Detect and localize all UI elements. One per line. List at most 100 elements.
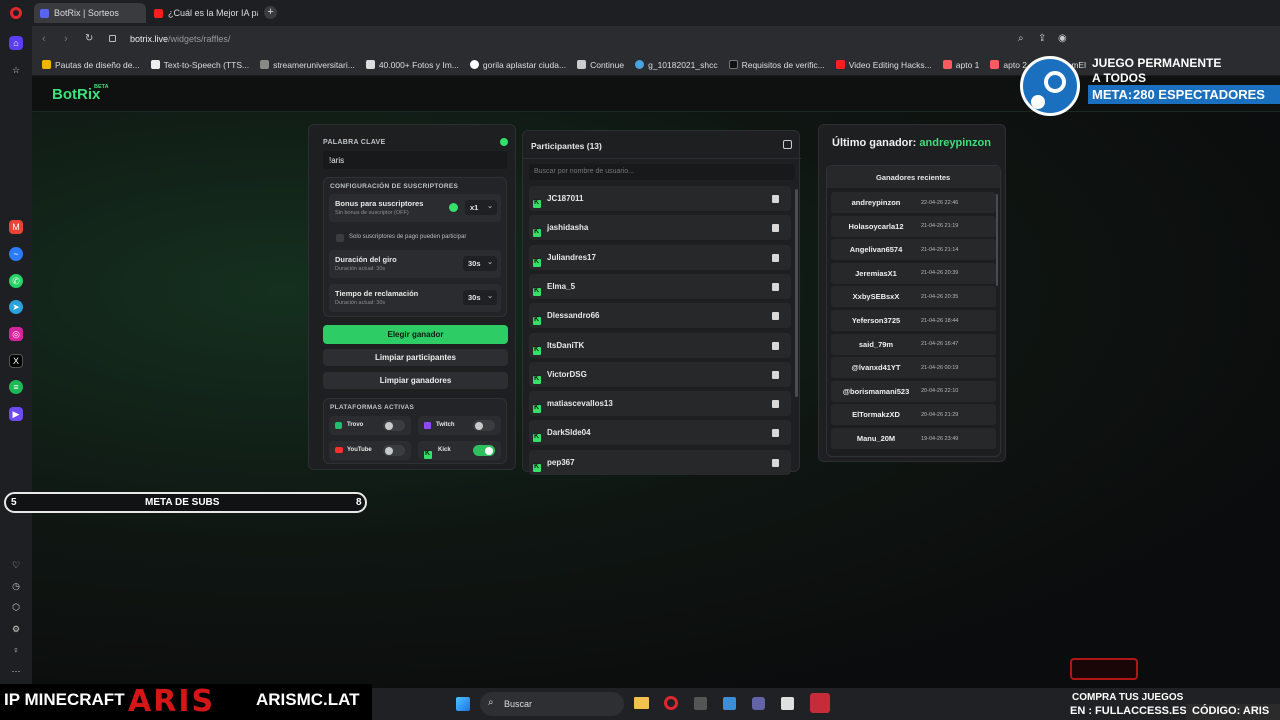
- keyword-input[interactable]: !aris: [323, 151, 507, 169]
- trash-icon[interactable]: [772, 224, 779, 233]
- platform-twitch: Twitch: [418, 416, 501, 435]
- share-icon[interactable]: ⇪: [1038, 33, 1046, 44]
- url-host: botrix.live: [130, 34, 169, 44]
- trovo-toggle[interactable]: [383, 420, 405, 431]
- trash-icon[interactable]: [772, 282, 779, 291]
- opera-icon[interactable]: [664, 696, 678, 710]
- pick-winner-button[interactable]: Elegir ganador: [323, 325, 508, 344]
- bonus-row: Bonus para suscriptores Sin bonus de sus…: [329, 194, 501, 222]
- camera-icon[interactable]: ◉: [1058, 33, 1067, 44]
- youtube-toggle[interactable]: [383, 445, 405, 456]
- bookmark[interactable]: Text-to-Speech (TTS...: [150, 60, 249, 70]
- tab-ia[interactable]: ¿Cuál es la Mejor IA para C: [148, 3, 258, 23]
- more-icon[interactable]: ⋯: [9, 664, 23, 678]
- bookmark[interactable]: Pautas de diseño de...: [42, 60, 140, 70]
- platform-kick: Kick: [418, 441, 501, 460]
- whatsapp-icon[interactable]: ✆: [9, 274, 23, 288]
- taskbar-search[interactable]: ⌕ Buscar: [480, 692, 624, 716]
- spin-select[interactable]: 30s ⌄: [463, 256, 497, 271]
- subs-only-checkbox[interactable]: [336, 234, 344, 242]
- trash-icon[interactable]: [772, 400, 779, 409]
- teams-icon[interactable]: [752, 697, 765, 710]
- messenger-icon[interactable]: ~: [9, 247, 23, 261]
- shop-overlay: COMPRA TUS JUEGOS EN : FULLACCESS.ES CÓD…: [1060, 656, 1280, 720]
- twitch-icon: [424, 422, 431, 429]
- search-icon[interactable]: ⌕: [1018, 33, 1024, 44]
- new-tab-icon[interactable]: +: [264, 6, 277, 19]
- x-icon: [728, 60, 738, 69]
- spotify-icon[interactable]: ≡: [9, 380, 23, 394]
- store-icon[interactable]: [781, 697, 794, 710]
- bookmark[interactable]: streameruniversitari...: [260, 60, 355, 70]
- heart-icon[interactable]: ♡: [9, 558, 23, 572]
- bookmark[interactable]: Video Editing Hacks...: [835, 60, 932, 70]
- clear-participants-button[interactable]: Limpiar participantes: [323, 349, 508, 366]
- chevron-down-icon: ⌄: [487, 259, 493, 266]
- winner-row: Manu_20M 19-04-26 23:49: [831, 428, 996, 449]
- participants-scrollbar[interactable]: [795, 189, 798, 397]
- app-icon[interactable]: [723, 697, 736, 710]
- kick-icon: [533, 375, 541, 384]
- bookmark[interactable]: Requisitos de verific...: [728, 60, 825, 70]
- telegram-icon[interactable]: ➤: [9, 300, 23, 314]
- info-icon: [449, 203, 458, 212]
- winner-date: 21-04-26 21:19: [921, 223, 959, 230]
- box-icon[interactable]: ⬡: [9, 600, 23, 614]
- bookmark[interactable]: g_10182021_shcc: [635, 60, 718, 70]
- trash-icon[interactable]: [772, 195, 779, 203]
- airbnb-icon: [990, 60, 1000, 69]
- botrix-favicon-icon: [40, 8, 49, 18]
- player-icon[interactable]: ▶: [9, 407, 23, 421]
- clear-winners-button[interactable]: Limpiar ganadores: [323, 372, 508, 389]
- file-explorer-icon[interactable]: [634, 697, 649, 709]
- trash-icon[interactable]: [772, 253, 779, 262]
- gmail-icon[interactable]: M: [9, 220, 23, 234]
- kick-icon: [533, 258, 541, 267]
- bookmark-icon: [365, 60, 375, 69]
- instagram-icon[interactable]: ◎: [9, 327, 23, 341]
- kick-toggle[interactable]: [473, 445, 495, 456]
- opera-logo-icon[interactable]: [10, 7, 22, 19]
- forward-icon[interactable]: ›: [64, 33, 68, 45]
- lock-icon: [109, 35, 116, 42]
- star-icon[interactable]: ☆: [9, 63, 23, 77]
- x-icon[interactable]: X: [9, 354, 23, 368]
- bookmark[interactable]: 40.000+ Fotos y Im...: [365, 59, 459, 70]
- trash-icon[interactable]: [772, 458, 779, 467]
- app-icon[interactable]: [694, 697, 707, 710]
- winner-name: @borismamani523: [842, 386, 910, 396]
- reload-icon[interactable]: ↻: [85, 33, 93, 44]
- windows-start-icon[interactable]: [456, 697, 470, 711]
- home-icon[interactable]: ⌂: [9, 36, 23, 50]
- tab-botrix[interactable]: BotRix | Sorteos: [34, 3, 146, 23]
- tab-label: ¿Cuál es la Mejor IA para C: [168, 8, 258, 18]
- trash-icon[interactable]: [772, 312, 779, 321]
- url-field[interactable]: botrix.live/widgets/raffles/: [130, 34, 230, 44]
- participant-search-input[interactable]: Buscar por nombre de usuario...: [529, 164, 795, 180]
- bookmark[interactable]: Continue: [577, 60, 624, 70]
- twitch-toggle[interactable]: [473, 420, 495, 431]
- winners-scrollbar[interactable]: [996, 194, 998, 286]
- bookmark[interactable]: apto 1: [942, 60, 979, 70]
- kick-icon: [533, 287, 541, 296]
- trash-icon[interactable]: [772, 370, 779, 379]
- trash-icon[interactable]: [772, 341, 779, 350]
- bookmark-label: 40.000+ Fotos y Im...: [378, 59, 459, 70]
- settings-icon[interactable]: ⚙: [9, 622, 23, 636]
- bookmark[interactable]: gorila aplastar ciuda...: [469, 60, 566, 70]
- steam-line1: JUEGO PERMANENTE: [1092, 56, 1222, 70]
- copy-icon[interactable]: [783, 140, 792, 149]
- back-icon[interactable]: ‹: [42, 33, 46, 45]
- claim-select[interactable]: 30s ⌄: [463, 290, 497, 305]
- kick-icon: [424, 450, 432, 459]
- app-icon[interactable]: [810, 693, 830, 713]
- participant-name: pep367: [547, 457, 575, 467]
- trash-icon[interactable]: [772, 429, 779, 438]
- participant-row: DarkSlde04: [529, 420, 791, 446]
- winner-date: 21-04-26 18:44: [921, 317, 959, 324]
- winner-name: Manu_20M: [856, 434, 896, 443]
- history-icon[interactable]: ◷: [9, 579, 23, 593]
- bonus-select[interactable]: x1 ⌄: [465, 200, 497, 215]
- bulb-icon[interactable]: ♀: [9, 643, 23, 657]
- sub-goal-end: 8: [356, 497, 362, 508]
